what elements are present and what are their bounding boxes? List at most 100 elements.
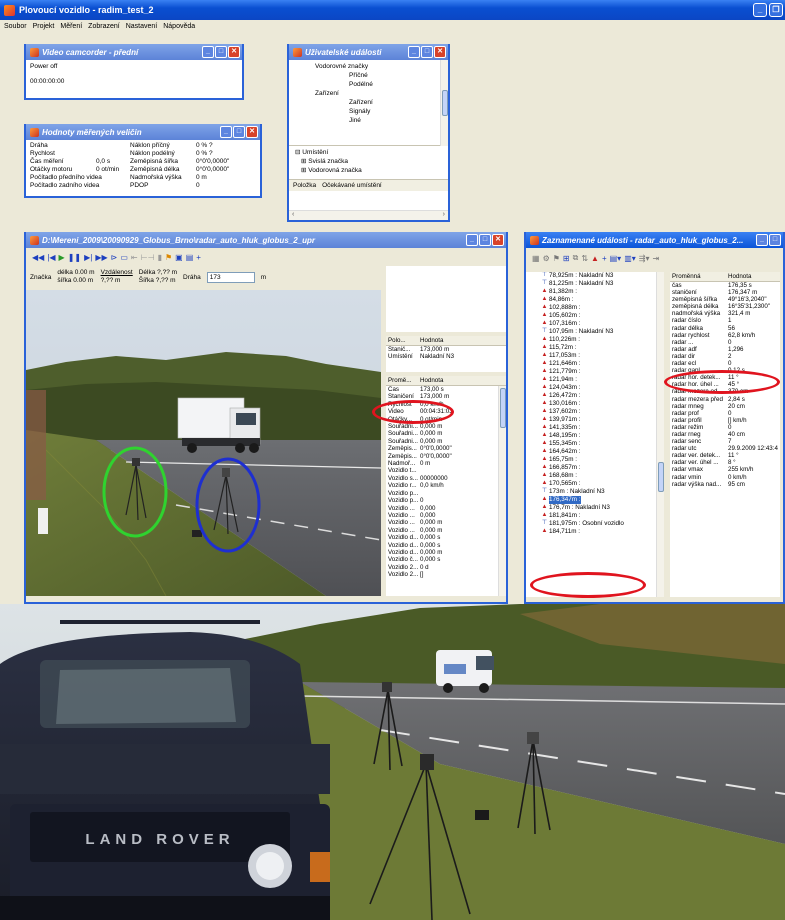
list-item[interactable]: ▲ 105,602m : (526, 312, 656, 320)
rewind-start-icon[interactable]: ◀◀ (32, 253, 44, 262)
mark-icon[interactable]: ⊢⊣ (141, 253, 155, 262)
tree-node[interactable]: Zařízení (289, 98, 448, 107)
list-item[interactable]: ▲ 115,72m : (526, 344, 656, 352)
tree-scrollbar[interactable] (440, 60, 448, 146)
window-icon[interactable]: ⊞ (563, 254, 570, 263)
list-item[interactable]: ▲ 181,841m : (526, 512, 656, 520)
scroll-right-icon[interactable]: › (443, 211, 445, 218)
minimize-icon[interactable]: _ (753, 3, 767, 17)
export-icon[interactable]: ⇶▾ (639, 254, 650, 263)
list-item[interactable]: ▲ 102,888m : (526, 304, 656, 312)
event-list[interactable]: ⊤ 78,925m : Nakladní N3 ⊤ 81,225m : Nakladn… (526, 272, 656, 597)
list-item[interactable]: ▲ 84,86m : (526, 296, 656, 304)
tree-node[interactable]: Zařízení (289, 89, 448, 98)
list-item[interactable]: ▲ 166,857m : (526, 464, 656, 472)
frame-icon[interactable]: ▭ (120, 253, 128, 262)
tree-node[interactable]: Příčné (289, 71, 448, 80)
layout-icon[interactable]: ▥▾ (624, 254, 636, 263)
user-events-window-titlebar[interactable]: Uživatelské události _ □ ✕ (289, 44, 448, 60)
list-item[interactable]: ▲ 81,382m : (526, 288, 656, 296)
minimize-icon[interactable]: _ (466, 234, 478, 246)
list-item[interactable]: ▲ 107,316m : (526, 320, 656, 328)
event-list-scrollbar[interactable] (656, 272, 664, 597)
step-forward-icon[interactable]: ▶| (84, 253, 92, 262)
close-icon[interactable]: ✕ (246, 126, 258, 138)
restore-icon[interactable]: ❐ (769, 3, 783, 17)
event-type-tree[interactable]: Vodorovné značky Příčné Podélné Zařízení… (289, 60, 448, 146)
tree-node[interactable]: Podélné (289, 80, 448, 89)
tree-node[interactable]: Vodorovné značky (289, 62, 448, 71)
pause-icon[interactable]: ❚❚ (68, 253, 81, 262)
close-icon[interactable]: ✕ (492, 234, 504, 246)
list-item[interactable]: ▲ 117,053m : (526, 352, 656, 360)
tree-node[interactable]: ⊞ Vodorovná značka (295, 166, 448, 175)
menu-project[interactable]: Projekt (33, 23, 55, 30)
menu-measurement[interactable]: Měření (60, 23, 82, 30)
add-icon[interactable]: + (196, 253, 201, 262)
column-header[interactable]: Hodnota (420, 377, 506, 384)
value-grid-scrollbar[interactable] (498, 386, 506, 596)
list-item[interactable]: ▲ 130,016m : (526, 400, 656, 408)
measured-values-window-titlebar[interactable]: Hodnoty měřených veličin _ □ ✕ (26, 124, 260, 140)
minimize-icon[interactable]: _ (756, 234, 768, 246)
grid-icon[interactable]: ▤ (186, 253, 194, 262)
maximize-icon[interactable]: □ (769, 234, 781, 246)
maximize-icon[interactable]: □ (479, 234, 491, 246)
scroll-left-icon[interactable]: ‹ (292, 211, 294, 218)
close-icon[interactable]: ✕ (228, 46, 240, 58)
sort-icon[interactable]: ⇅ (581, 254, 588, 263)
list-item[interactable]: ▲ 168,68m : (526, 472, 656, 480)
close-icon[interactable]: ✕ (434, 46, 446, 58)
flag-icon[interactable]: ⚑ (553, 254, 560, 263)
camcorder-window-titlebar[interactable]: Video camcorder - přední _ □ ✕ (26, 44, 242, 60)
zoom-icon[interactable]: ▣ (175, 253, 183, 262)
column-header[interactable]: Promě... (386, 377, 420, 384)
menu-settings[interactable]: Nastavení (126, 23, 158, 30)
menu-file[interactable]: Soubor (4, 23, 27, 30)
list-item[interactable]: ▲ 184,711m : (526, 528, 656, 536)
list-item[interactable]: ⊤ 173m : Nakladní N3 (526, 488, 656, 496)
list-item[interactable]: ⊤ 81,225m : Nakladní N3 (526, 280, 656, 288)
list-item[interactable]: ▲ 176,347m : (526, 496, 656, 504)
list-item[interactable]: ▲ 176,7m : Nakladní N3 (526, 504, 656, 512)
play-icon[interactable]: ▶ (59, 253, 65, 262)
list-item[interactable]: ▲ 165,75m : (526, 456, 656, 464)
list-item[interactable]: ▲ 141,335m : (526, 424, 656, 432)
list-item[interactable]: ▲ 121,779m : (526, 368, 656, 376)
flag-icon[interactable]: ⚑ (165, 253, 172, 262)
horizontal-scrollbar[interactable]: ‹ › (289, 210, 448, 220)
video-window-titlebar[interactable]: D:\Mereni_2009\20090929_Globus_Brno\rada… (26, 232, 506, 248)
minimize-icon[interactable]: _ (408, 46, 420, 58)
app-titlebar[interactable]: Plovoucí vozidlo - radim_test_2 _ ❐ (0, 0, 785, 20)
video-frame[interactable] (26, 290, 381, 596)
add-icon[interactable]: + (602, 254, 607, 263)
column-header[interactable]: Očekávané umístění (322, 182, 382, 189)
record-icon[interactable]: ⊳ (111, 253, 118, 262)
maximize-icon[interactable]: □ (233, 126, 245, 138)
list-item[interactable]: ▲ 137,602m : (526, 408, 656, 416)
list-item[interactable]: ▲ 126,472m : (526, 392, 656, 400)
list-item[interactable]: ⊤ 181,975m : Osobní vozidlo (526, 520, 656, 528)
grid-view-icon[interactable]: ▦ (532, 254, 540, 263)
tree-node[interactable]: ⊟ Umístění (295, 148, 448, 157)
column-header[interactable]: Hodnota (420, 337, 506, 344)
column-header[interactable]: Hodnota (728, 273, 780, 280)
minimize-icon[interactable]: _ (202, 46, 214, 58)
menu-view[interactable]: Zobrazení (88, 23, 120, 30)
cut-icon[interactable]: ⇤ (131, 253, 138, 262)
list-item[interactable]: ▲ 164,642m : (526, 448, 656, 456)
tree-node[interactable]: Signály (289, 107, 448, 116)
list-item[interactable]: ▲ 139,971m : (526, 416, 656, 424)
list-item[interactable]: ▲ 148,195m : (526, 432, 656, 440)
list-item[interactable]: ⊤ 107,95m : Nakladní N3 (526, 328, 656, 336)
filter-icon[interactable]: ⧉ (573, 253, 579, 263)
list-item[interactable]: ▲ 155,345m : (526, 440, 656, 448)
column-header[interactable]: Polo... (386, 337, 420, 344)
tree-node[interactable]: Jiné (289, 116, 448, 125)
menu-help[interactable]: Nápověda (163, 23, 195, 30)
columns-icon[interactable]: ▤▾ (610, 254, 622, 263)
minimize-icon[interactable]: _ (220, 126, 232, 138)
maximize-icon[interactable]: □ (421, 46, 433, 58)
recorded-events-window-titlebar[interactable]: Zaznamenané události - radar_auto_hluk_g… (526, 232, 783, 248)
step-back-icon[interactable]: |◀ (47, 253, 55, 262)
